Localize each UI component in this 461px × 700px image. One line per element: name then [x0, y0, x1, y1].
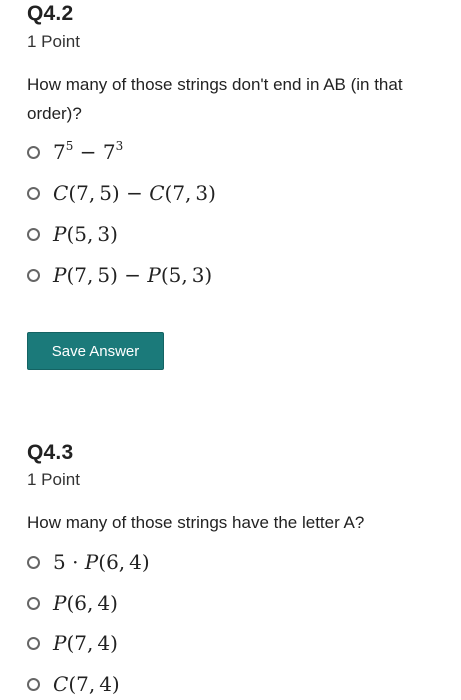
answer-option[interactable]: P(7, 4) [27, 628, 118, 658]
question-points: 1 Point [27, 32, 80, 51]
question-title: Q4.2 [27, 2, 74, 25]
answer-option[interactable]: 75 − 73 [27, 137, 123, 167]
radio-button[interactable] [27, 636, 40, 650]
option-label: P(6, 4) [53, 591, 118, 615]
radio-button[interactable] [27, 555, 40, 569]
option-label: C(7, 4) [53, 672, 120, 696]
answer-option[interactable]: P(5, 3) [27, 219, 118, 249]
question-prompt: How many of those strings don't end in A… [27, 75, 403, 123]
radio-button[interactable] [27, 227, 40, 241]
radio-button[interactable] [27, 596, 40, 610]
save-answer-button[interactable]: Save Answer [27, 332, 164, 370]
option-label: 75 − 73 [53, 139, 124, 164]
answer-option[interactable]: 5 · P(6, 4) [27, 547, 150, 577]
option-label: P(7, 5) − P(5, 3) [53, 263, 213, 287]
answer-option[interactable]: P(7, 5) − P(5, 3) [27, 260, 212, 290]
question-points: 1 Point [27, 470, 80, 489]
radio-button[interactable] [27, 186, 40, 200]
option-label: 5 · P(6, 4) [53, 550, 150, 574]
answer-option[interactable]: C(7, 4) [27, 669, 120, 699]
answer-option[interactable]: P(6, 4) [27, 588, 118, 618]
answer-option[interactable]: C(7, 5) − C(7, 3) [27, 178, 216, 208]
option-label: C(7, 5) − C(7, 3) [53, 181, 216, 205]
radio-button[interactable] [27, 268, 40, 282]
question-prompt: How many of those strings have the lette… [27, 513, 365, 532]
option-label: P(5, 3) [53, 222, 118, 246]
option-label: P(7, 4) [53, 631, 118, 655]
radio-button[interactable] [27, 677, 40, 691]
radio-button[interactable] [27, 145, 40, 159]
question-title: Q4.3 [27, 441, 74, 464]
